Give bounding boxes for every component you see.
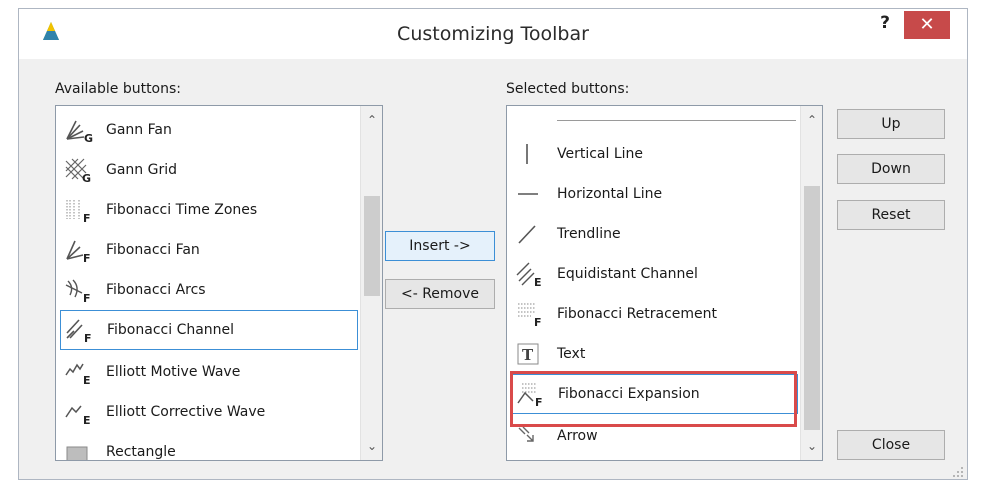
- list-item[interactable]: G Gann Grid: [60, 150, 358, 190]
- svg-text:E: E: [534, 276, 542, 287]
- available-list-scrollbar[interactable]: ⌃ ⌄: [360, 106, 382, 460]
- fibonacci-fan-icon: F: [64, 237, 94, 263]
- list-item[interactable]: Arrow: [511, 416, 798, 456]
- list-item[interactable]: E Elliott Motive Wave: [60, 352, 358, 392]
- list-item-label: Fibonacci Arcs: [106, 282, 206, 298]
- window-title: Customizing Toolbar: [397, 23, 589, 45]
- list-item-label: Arrow: [557, 428, 598, 444]
- list-item[interactable]: E Elliott Corrective Wave: [60, 392, 358, 432]
- list-item[interactable]: F Fibonacci Time Zones: [60, 190, 358, 230]
- list-item-label: Equidistant Channel: [557, 266, 698, 282]
- list-item-label: Trendline: [557, 226, 621, 242]
- selected-buttons-list[interactable]: Vertical Line Horizontal Line Trendline …: [506, 105, 823, 461]
- close-button[interactable]: Close: [837, 430, 945, 460]
- list-item[interactable]: G Gann Fan: [60, 110, 358, 150]
- list-item[interactable]: F Fibonacci Fan: [60, 230, 358, 270]
- fibonacci-time-zones-icon: F: [64, 197, 94, 223]
- fibonacci-expansion-icon: F: [516, 381, 546, 407]
- scroll-thumb[interactable]: [804, 186, 820, 430]
- remove-button[interactable]: <- Remove: [385, 279, 495, 309]
- svg-text:F: F: [84, 332, 92, 343]
- scroll-down-arrow-icon[interactable]: ⌄: [801, 436, 822, 456]
- list-item-label: Gann Grid: [106, 162, 178, 178]
- title-bar: Customizing Toolbar ? ✕: [19, 9, 967, 59]
- svg-text:G: G: [84, 132, 93, 143]
- list-item-label: Elliott Corrective Wave: [106, 404, 266, 420]
- customizing-toolbar-dialog: Customizing Toolbar ? ✕ Available button…: [18, 8, 968, 480]
- list-item-label: Fibonacci Fan: [106, 242, 200, 258]
- fibonacci-arcs-icon: F: [64, 277, 94, 303]
- list-item-label: Text: [557, 346, 586, 362]
- list-item-label: Fibonacci Channel: [107, 322, 235, 338]
- down-button[interactable]: Down: [837, 154, 945, 184]
- svg-text:F: F: [83, 212, 91, 223]
- svg-text:E: E: [83, 414, 91, 425]
- list-separator: [557, 120, 796, 121]
- svg-text:F: F: [534, 316, 542, 327]
- list-item[interactable]: F Fibonacci Arcs: [60, 270, 358, 310]
- help-button[interactable]: ?: [874, 13, 896, 37]
- svg-text:F: F: [83, 252, 91, 263]
- list-item[interactable]: Horizontal Line: [511, 174, 798, 214]
- svg-text:E: E: [83, 374, 91, 385]
- fibonacci-channel-icon: F: [65, 317, 95, 343]
- resize-grip-icon[interactable]: [953, 465, 963, 477]
- list-item-label: Rectangle: [106, 444, 176, 460]
- vertical-line-icon: [515, 141, 545, 167]
- available-buttons-label: Available buttons:: [55, 81, 182, 97]
- list-item[interactable]: F Fibonacci Retracement: [511, 294, 798, 334]
- insert-button[interactable]: Insert ->: [385, 231, 495, 261]
- elliott-corrective-wave-icon: E: [64, 399, 94, 425]
- list-item-label: Vertical Line: [557, 146, 644, 162]
- list-item-label: Fibonacci Expansion: [558, 386, 700, 402]
- list-item-selected[interactable]: F Fibonacci Expansion: [511, 374, 798, 414]
- trendline-icon: [515, 221, 545, 247]
- text-icon: T: [515, 341, 545, 367]
- scroll-thumb[interactable]: [364, 196, 380, 296]
- gann-grid-icon: G: [64, 157, 94, 183]
- available-buttons-list[interactable]: G Gann Fan G Gann Grid F Fibonacci Time …: [55, 105, 383, 461]
- scroll-up-arrow-icon[interactable]: ⌃: [801, 110, 822, 130]
- horizontal-line-icon: [515, 181, 545, 207]
- elliott-motive-wave-icon: E: [64, 359, 94, 385]
- selected-buttons-label: Selected buttons:: [506, 81, 630, 97]
- list-item-selected[interactable]: F Fibonacci Channel: [60, 310, 358, 350]
- svg-text:F: F: [535, 396, 543, 407]
- list-item[interactable]: E Equidistant Channel: [511, 254, 798, 294]
- list-item[interactable]: Vertical Line: [511, 134, 798, 174]
- scroll-up-arrow-icon[interactable]: ⌃: [361, 110, 382, 130]
- reset-button[interactable]: Reset: [837, 200, 945, 230]
- selected-list-scrollbar[interactable]: ⌃ ⌄: [800, 106, 822, 460]
- fibonacci-retracement-icon: F: [515, 301, 545, 327]
- gann-fan-icon: G: [64, 117, 94, 143]
- list-item[interactable]: Rectangle: [60, 432, 358, 460]
- list-item[interactable]: Trendline: [511, 214, 798, 254]
- arrow-icon: [515, 423, 545, 449]
- svg-text:T: T: [522, 346, 534, 364]
- scroll-down-arrow-icon[interactable]: ⌄: [361, 436, 382, 456]
- list-item-label: Fibonacci Retracement: [557, 306, 718, 322]
- list-item-label: Gann Fan: [106, 122, 172, 138]
- svg-text:F: F: [83, 292, 91, 303]
- rectangle-icon: [64, 439, 94, 460]
- list-item[interactable]: T Text: [511, 334, 798, 374]
- list-item-label: Horizontal Line: [557, 186, 663, 202]
- equidistant-channel-icon: E: [515, 261, 545, 287]
- window-close-button[interactable]: ✕: [904, 11, 950, 39]
- list-item-label: Elliott Motive Wave: [106, 364, 241, 380]
- svg-text:G: G: [82, 172, 91, 183]
- up-button[interactable]: Up: [837, 109, 945, 139]
- list-item-label: Fibonacci Time Zones: [106, 202, 258, 218]
